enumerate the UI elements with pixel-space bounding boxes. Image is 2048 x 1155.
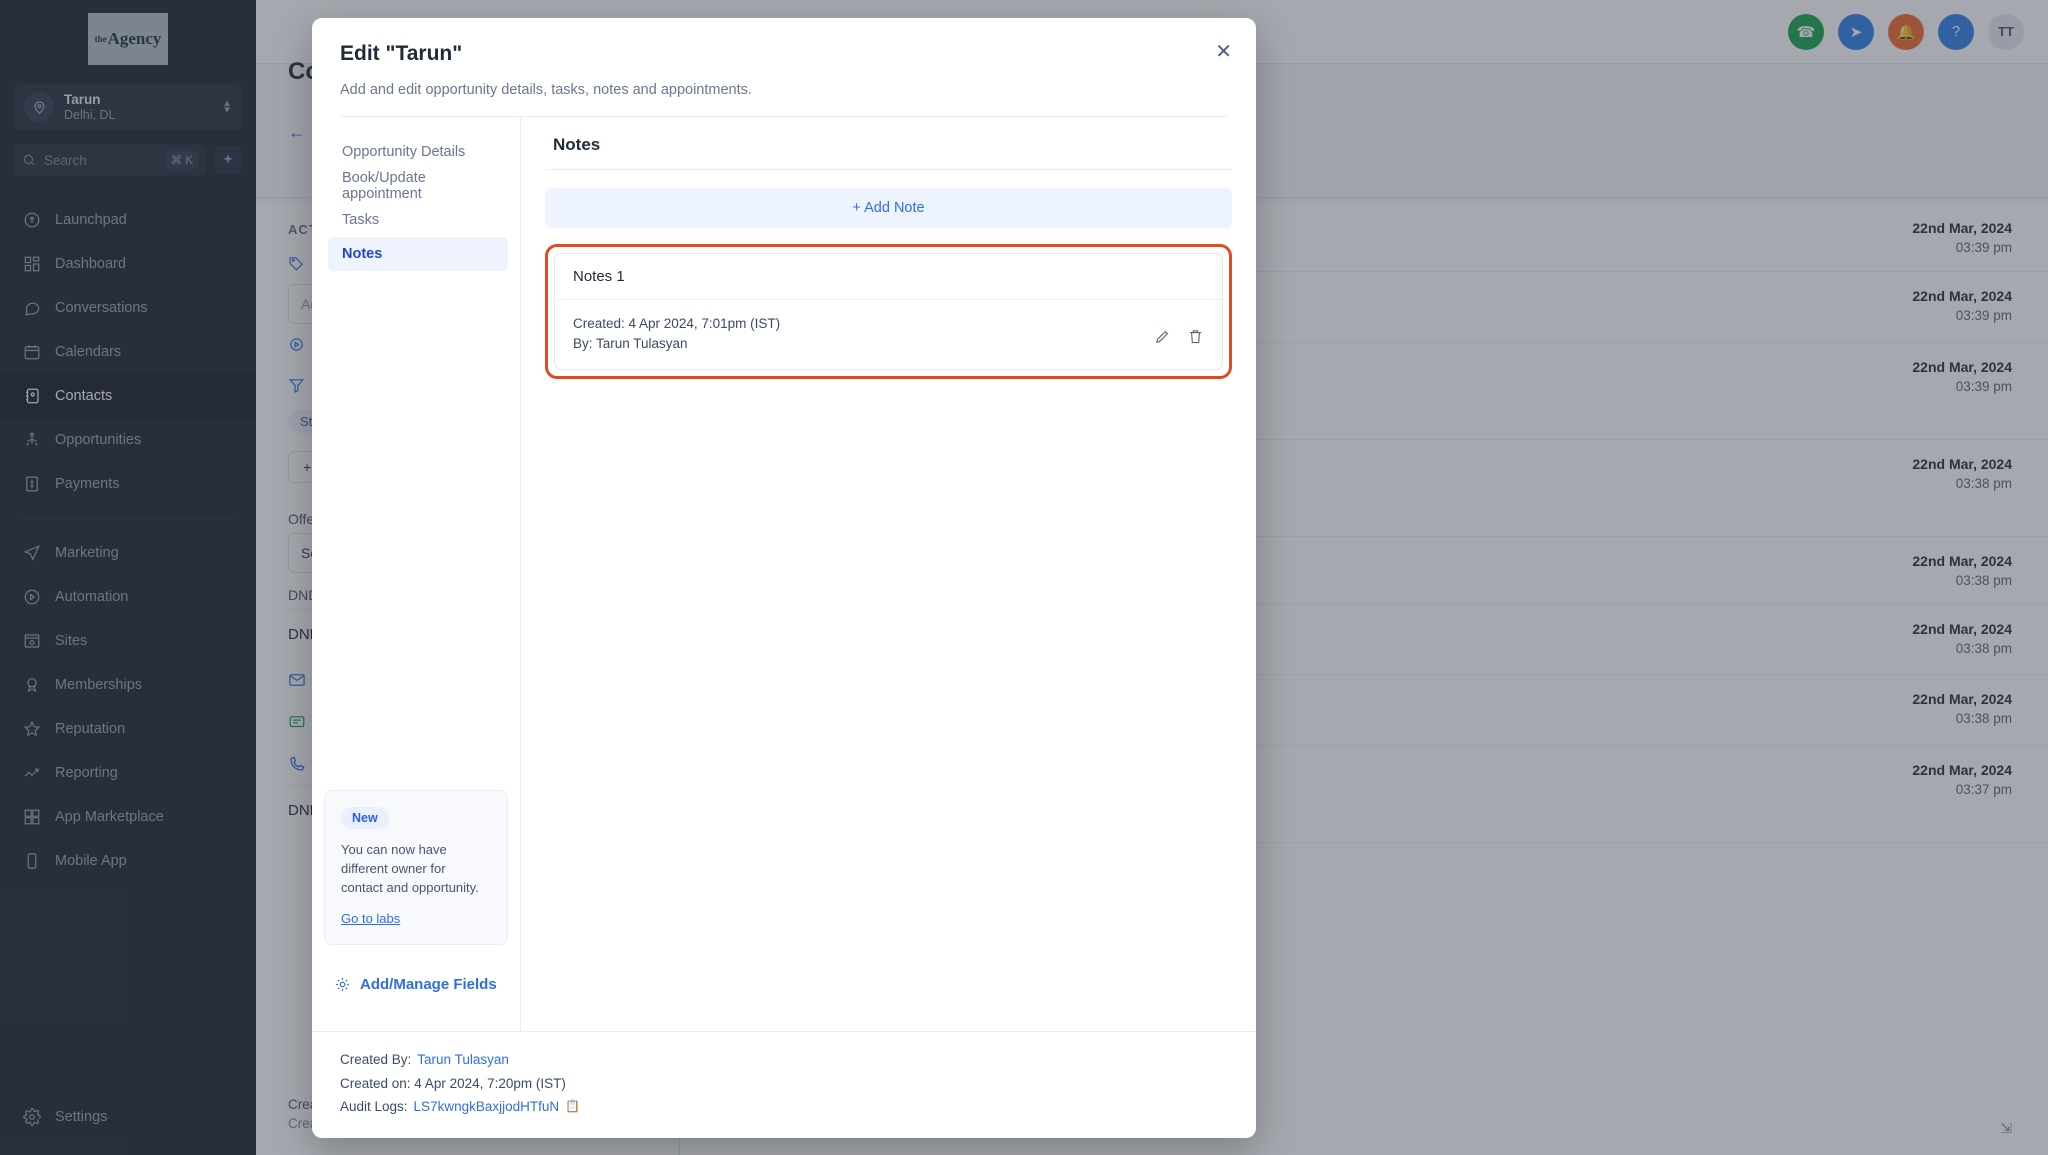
- modal-header: Edit "Tarun" Add and edit opportunity de…: [312, 18, 1256, 98]
- modal-body: Opportunity Details Book/Update appointm…: [312, 117, 1256, 1031]
- new-badge: New: [341, 807, 389, 829]
- copy-icon[interactable]: 📋: [565, 1096, 580, 1117]
- notes-divider: [545, 169, 1232, 170]
- add-manage-fields-label: Add/Manage Fields: [360, 976, 497, 993]
- modal-nav-item-book-appointment[interactable]: Book/Update appointment: [328, 169, 508, 203]
- footer-created-by-value[interactable]: Tarun Tulasyan: [417, 1048, 509, 1071]
- modal-footer: Created By: Tarun Tulasyan Created on: 4…: [312, 1031, 1256, 1138]
- labs-description: You can now have different owner for con…: [341, 841, 491, 898]
- edit-opportunity-modal: Edit "Tarun" Add and edit opportunity de…: [312, 18, 1256, 1138]
- modal-nav-item-tasks[interactable]: Tasks: [328, 203, 508, 237]
- modal-main-notes: Notes + Add Note Notes 1 Created: 4 Apr …: [520, 117, 1256, 1031]
- add-note-label: + Add Note: [852, 200, 924, 216]
- modal-nav-item-notes[interactable]: Notes: [328, 237, 508, 271]
- trash-icon[interactable]: [1187, 328, 1204, 345]
- add-note-button[interactable]: + Add Note: [545, 188, 1232, 228]
- footer-audit-label: Audit Logs:: [340, 1095, 408, 1118]
- note-author: By: Tarun Tulasyan: [573, 334, 1154, 354]
- go-to-labs-link[interactable]: Go to labs: [341, 911, 400, 926]
- modal-subtitle: Add and edit opportunity details, tasks,…: [340, 82, 1228, 98]
- close-icon[interactable]: ✕: [1215, 42, 1232, 62]
- note-card-body: Created: 4 Apr 2024, 7:01pm (IST) By: Ta…: [555, 300, 1222, 369]
- modal-nav-label: Tasks: [342, 212, 379, 228]
- note-title: Notes 1: [555, 254, 1222, 300]
- modal-nav-item-opportunity-details[interactable]: Opportunity Details: [328, 135, 508, 169]
- footer-created-by: Created By: Tarun Tulasyan: [340, 1048, 1228, 1071]
- labs-promo-card: New You can now have different owner for…: [324, 790, 508, 946]
- note-card[interactable]: Notes 1 Created: 4 Apr 2024, 7:01pm (IST…: [554, 253, 1223, 370]
- modal-nav-label: Notes: [342, 246, 382, 262]
- note-meta: Created: 4 Apr 2024, 7:01pm (IST) By: Ta…: [573, 314, 1154, 355]
- notes-section-title: Notes: [545, 133, 1232, 169]
- note-created: Created: 4 Apr 2024, 7:01pm (IST): [573, 314, 1154, 334]
- note-highlight-box: Notes 1 Created: 4 Apr 2024, 7:01pm (IST…: [545, 244, 1232, 379]
- footer-audit-value[interactable]: LS7kwngkBaxjjodHTfuN: [414, 1095, 560, 1118]
- add-manage-fields-button[interactable]: Add/Manage Fields: [324, 976, 497, 993]
- footer-audit-logs: Audit Logs: LS7kwngkBaxjjodHTfuN 📋: [340, 1095, 1228, 1118]
- footer-created-by-label: Created By:: [340, 1048, 411, 1071]
- note-actions: [1154, 314, 1204, 345]
- pencil-icon[interactable]: [1154, 328, 1171, 345]
- gear-icon: [334, 976, 351, 993]
- modal-nav: Opportunity Details Book/Update appointm…: [312, 117, 520, 1031]
- modal-nav-label: Opportunity Details: [342, 144, 465, 160]
- modal-title: Edit "Tarun": [340, 42, 1228, 66]
- modal-nav-label: Book/Update appointment: [342, 170, 494, 202]
- footer-created-on: Created on: 4 Apr 2024, 7:20pm (IST): [340, 1072, 1228, 1095]
